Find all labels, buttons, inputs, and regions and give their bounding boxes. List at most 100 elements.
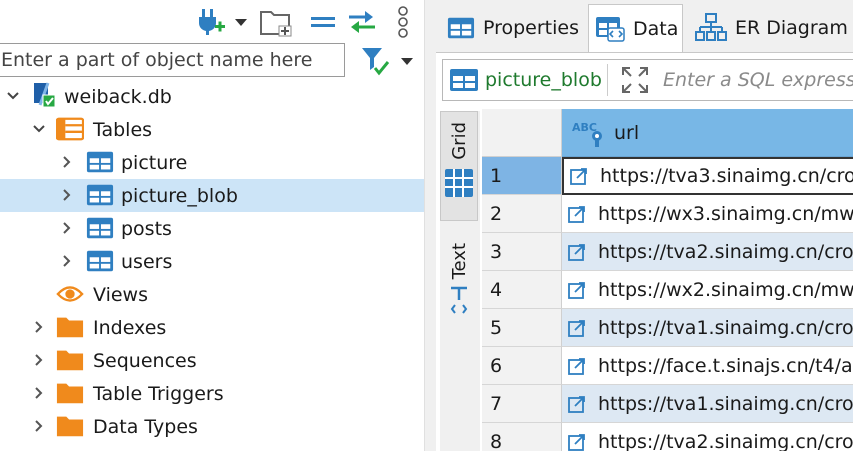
navigator-filter-row — [0, 43, 424, 79]
collapse-all-icon — [311, 17, 335, 27]
er-diagram-icon — [695, 13, 727, 41]
tree-node-table[interactable]: users — [0, 245, 424, 278]
url-cell[interactable]: https://tva1.sinaimg.cn/crop — [562, 309, 853, 347]
table-row[interactable]: 6 https://face.t.sinajs.cn/t4/ap — [482, 347, 853, 385]
row-number: 4 — [482, 271, 562, 309]
column-header-url[interactable]: ABC url — [562, 109, 853, 157]
tab-er-diagram[interactable]: ER Diagram — [690, 4, 853, 52]
table-row[interactable]: 4 https://wx2.sinaimg.cn/mw2 — [482, 271, 853, 309]
folder-label: Data Types — [93, 415, 198, 438]
string-type-key-icon: ABC — [572, 121, 602, 147]
chevron-down-icon — [235, 18, 247, 26]
table-row[interactable]: 1 https://tva3.sinaimg.cn/crop — [482, 157, 853, 195]
open-link-icon[interactable] — [568, 395, 586, 413]
url-value: https://tva1.sinaimg.cn/crop — [598, 316, 853, 339]
tables-folder-label: Tables — [93, 118, 153, 141]
chevron-down-icon — [33, 125, 45, 133]
link-with-editor-button[interactable] — [344, 6, 380, 38]
url-cell[interactable]: https://tva2.sinaimg.cn/crop — [562, 233, 853, 271]
folder-icon — [56, 315, 84, 339]
tab-data[interactable]: Data — [588, 4, 683, 52]
divider — [607, 64, 608, 96]
tree-node-folder[interactable]: Table Triggers — [0, 377, 424, 410]
chevron-right-icon — [63, 189, 71, 201]
tree-node-folder[interactable]: Data Types — [0, 410, 424, 443]
pane-splitter[interactable] — [424, 0, 436, 451]
expand-filter-button[interactable] — [619, 64, 651, 96]
chevron-right-icon — [63, 255, 71, 267]
tree-node-tables-folder[interactable]: Tables — [0, 113, 424, 146]
tree-node-table-selected[interactable]: picture_blob — [0, 179, 424, 212]
table-row[interactable]: 2 https://wx3.sinaimg.cn/mw2 — [482, 195, 853, 233]
table-label: users — [121, 250, 173, 273]
url-value: https://tva3.sinaimg.cn/crop — [600, 165, 853, 187]
open-link-icon[interactable] — [568, 205, 586, 223]
url-cell[interactable]: https://face.t.sinajs.cn/t4/ap — [562, 347, 853, 385]
tree-node-table[interactable]: posts — [0, 212, 424, 245]
url-cell[interactable]: https://tva1.sinaimg.cn/crop — [562, 385, 853, 423]
open-link-icon[interactable] — [568, 319, 586, 337]
folder-label: Sequences — [93, 349, 197, 372]
new-connection-icon — [199, 9, 225, 35]
url-value: https://tva2.sinaimg.cn/crop — [598, 430, 853, 451]
active-table-chip[interactable]: picture_blob — [449, 68, 602, 92]
side-tab-grid-label: Grid — [448, 122, 470, 160]
table-icon — [86, 216, 114, 240]
filter-dropdown[interactable] — [398, 45, 416, 77]
table-row[interactable]: 3 https://tva2.sinaimg.cn/crop — [482, 233, 853, 271]
table-row[interactable]: 8 https://tva2.sinaimg.cn/crop — [482, 423, 853, 451]
open-link-icon[interactable] — [568, 281, 586, 299]
collapse-all-button[interactable] — [306, 6, 340, 38]
eye-icon — [56, 282, 84, 306]
url-value: https://tva1.sinaimg.cn/crop — [598, 392, 853, 415]
url-cell[interactable]: https://tva3.sinaimg.cn/crop — [562, 157, 853, 195]
properties-icon — [447, 17, 475, 39]
object-name-search-input[interactable] — [0, 43, 345, 77]
sql-filter-input[interactable] — [663, 66, 853, 94]
new-folder-button[interactable] — [258, 6, 294, 38]
grid-corner-cell[interactable] — [482, 109, 562, 157]
data-icon — [596, 16, 625, 42]
new-folder-icon — [260, 11, 292, 37]
row-number: 8 — [482, 423, 562, 451]
table-row[interactable]: 7 https://tva1.sinaimg.cn/crop — [482, 385, 853, 423]
folder-label: Table Triggers — [93, 382, 224, 405]
column-header-label: url — [614, 121, 640, 144]
side-tab-grid[interactable]: Grid — [440, 111, 478, 221]
url-cell[interactable]: https://wx3.sinaimg.cn/mw2 — [562, 195, 853, 233]
tab-data-label: Data — [633, 17, 679, 40]
tables-folder-icon — [56, 117, 84, 141]
filter-settings-button[interactable] — [358, 45, 392, 77]
grid-icon — [445, 168, 473, 197]
open-link-icon[interactable] — [570, 167, 588, 185]
open-link-icon[interactable] — [568, 433, 586, 451]
open-link-icon[interactable] — [568, 243, 586, 261]
row-number: 2 — [482, 195, 562, 233]
folder-icon — [56, 381, 84, 405]
open-link-icon[interactable] — [568, 357, 586, 375]
tree-node-folder[interactable]: Sequences — [0, 344, 424, 377]
folder-icon — [56, 348, 84, 372]
table-icon — [450, 69, 478, 91]
tree-node-views[interactable]: Views — [0, 278, 424, 311]
new-connection-button[interactable] — [194, 6, 228, 38]
database-label: weiback.db — [64, 85, 172, 108]
svg-text:ABC: ABC — [572, 121, 597, 134]
url-cell[interactable]: https://tva2.sinaimg.cn/crop — [562, 423, 853, 451]
expand-icon — [622, 67, 648, 93]
side-tab-text-label: Text — [448, 243, 470, 280]
chevron-right-icon — [35, 387, 43, 399]
tab-properties[interactable]: Properties — [440, 4, 580, 52]
link-with-editor-icon — [349, 11, 375, 33]
new-connection-dropdown[interactable] — [232, 6, 250, 38]
table-row[interactable]: 5 https://tva1.sinaimg.cn/crop — [482, 309, 853, 347]
views-label: Views — [93, 283, 148, 306]
tree-node-database[interactable]: weiback.db — [0, 80, 424, 113]
tree-node-table[interactable]: picture — [0, 146, 424, 179]
table-icon — [86, 183, 114, 207]
view-menu-button[interactable] — [392, 6, 414, 38]
side-tab-text[interactable]: Text — [440, 235, 478, 345]
tree-node-folder[interactable]: Indexes — [0, 311, 424, 344]
table-icon — [86, 150, 114, 174]
url-cell[interactable]: https://wx2.sinaimg.cn/mw2 — [562, 271, 853, 309]
